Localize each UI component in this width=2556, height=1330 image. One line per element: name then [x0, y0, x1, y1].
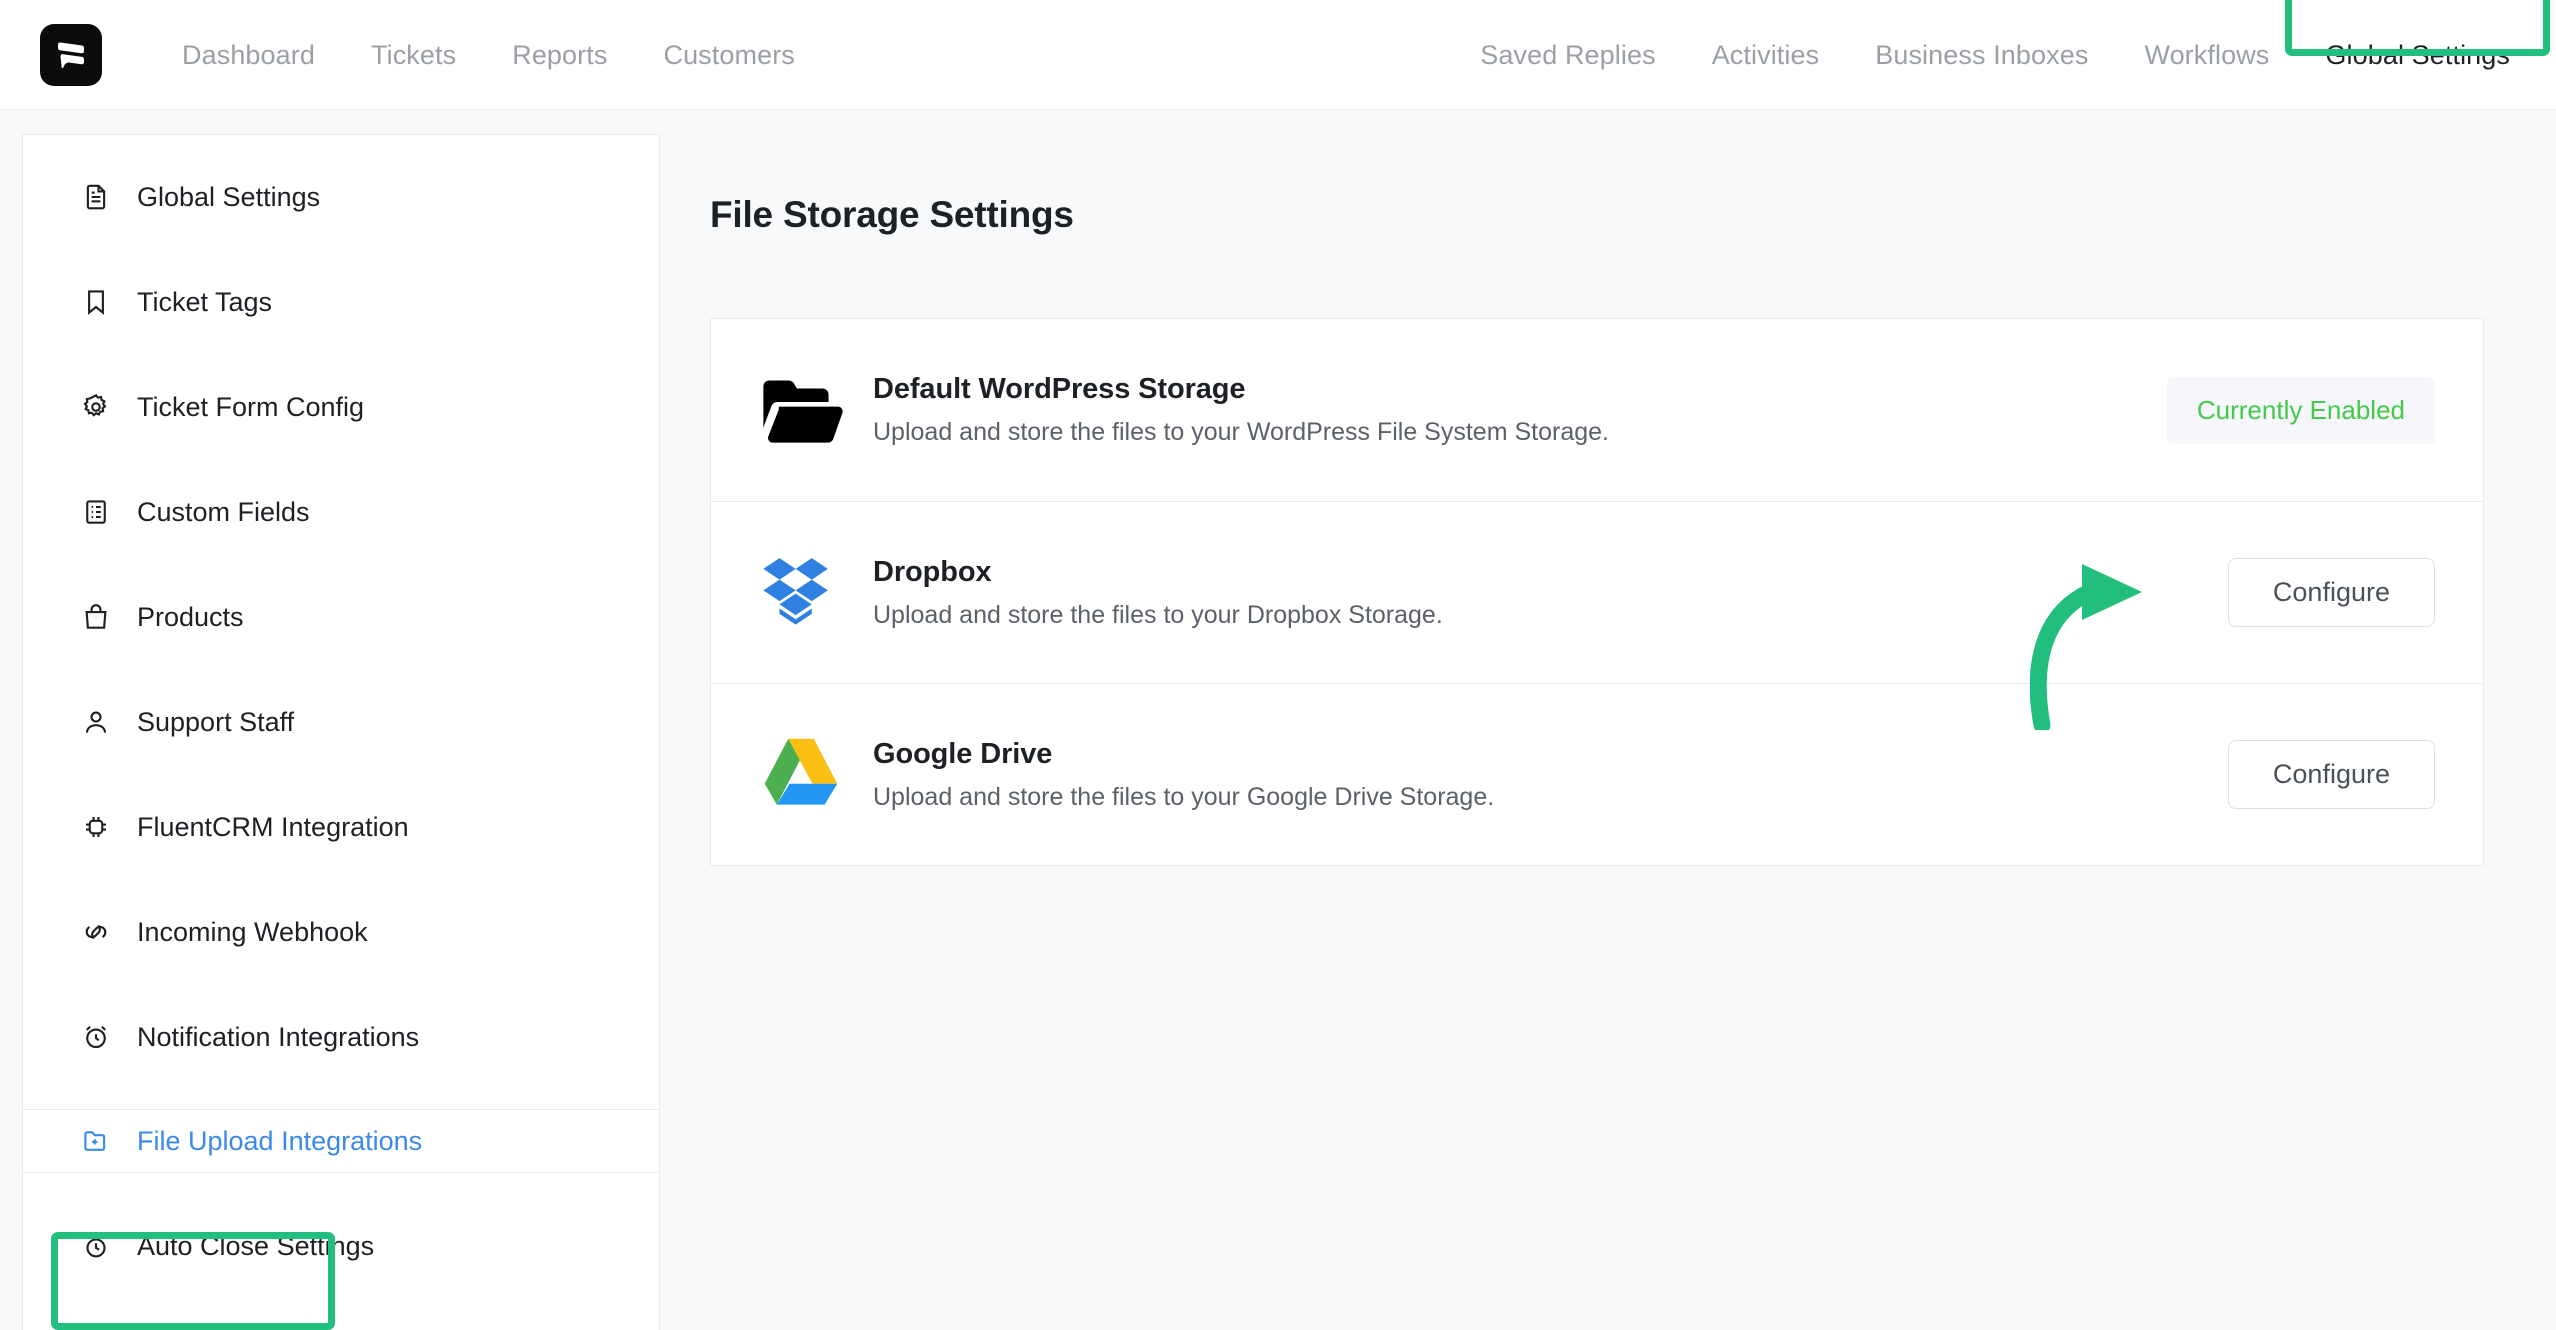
storage-option-title: Dropbox [873, 555, 992, 588]
folder-icon [755, 364, 847, 456]
sidebar-item-file-upload-integrations[interactable]: File Upload Integrations [23, 1109, 659, 1173]
folder-plus-icon [84, 1131, 106, 1151]
nav-item-business-inboxes[interactable]: Business Inboxes [1847, 0, 2116, 110]
bookmark-icon [88, 290, 104, 315]
configure-google-drive-button[interactable]: Configure [2227, 740, 2435, 809]
sidebar-item-notification-integrations[interactable]: Notification Integrations [23, 1005, 659, 1069]
nav-item-activities[interactable]: Activities [1684, 0, 1848, 110]
storage-option-description: Upload and store the files to your Dropb… [873, 600, 1443, 629]
google-drive-logo [755, 729, 847, 821]
chip-icon [86, 817, 106, 837]
status-badge-currently-enabled: Currently Enabled [2166, 376, 2435, 444]
sidebar-item-label: Auto Close Settings [137, 1230, 375, 1261]
nav-item-dashboard[interactable]: Dashboard [154, 0, 343, 110]
nav-item-global-settings[interactable]: Global Settings [2297, 0, 2538, 110]
shopping-bag-icon [85, 604, 107, 629]
dropbox-logo [755, 547, 847, 639]
sidebar-item-support-staff[interactable]: Support Staff [23, 690, 659, 754]
sidebar-item-label: FluentCRM Integration [137, 811, 409, 842]
sidebar-item-label: Custom Fields [137, 496, 310, 527]
storage-option-title: Default WordPress Storage [873, 373, 1246, 405]
nav-item-reports[interactable]: Reports [484, 0, 635, 110]
folder-glyph-icon [763, 380, 843, 443]
storage-option-action: Configure [2227, 740, 2435, 809]
sidebar-item-ticket-tags[interactable]: Ticket Tags [23, 270, 659, 334]
link-icon [85, 924, 107, 940]
sidebar-item-label: Incoming Webhook [137, 916, 368, 947]
storage-option-row: Google Drive Upload and store the files … [711, 683, 2483, 865]
nav-item-workflows[interactable]: Workflows [2116, 0, 2297, 110]
storage-option-title: Google Drive [873, 737, 1053, 770]
sidebar-item-products[interactable]: Products [23, 585, 659, 649]
dropbox-glyph-icon [763, 557, 828, 625]
primary-nav: Dashboard Tickets Reports Customers [154, 0, 823, 110]
sidebar-item-label: File Upload Integrations [137, 1125, 423, 1156]
nav-item-saved-replies[interactable]: Saved Replies [1452, 0, 1683, 110]
storage-option-action: Currently Enabled [2166, 376, 2435, 444]
sidebar-item-custom-fields[interactable]: Custom Fields [23, 480, 659, 544]
sidebar-item-global-settings[interactable]: Global Settings [23, 165, 659, 229]
configure-dropbox-button[interactable]: Configure [2227, 558, 2435, 627]
nav-item-global-settings-wrapper: Global Settings [2285, 0, 2550, 110]
sidebar-item-label: Global Settings [137, 181, 321, 212]
sidebar-item-auto-close-settings[interactable]: Auto Close Settings [23, 1214, 659, 1278]
nav-item-customers[interactable]: Customers [635, 0, 822, 110]
settings-sidebar: Global Settings Ticket Tags Ticket Form … [22, 134, 660, 1330]
sidebar-item-ticket-form-config[interactable]: Ticket Form Config [23, 375, 659, 439]
storage-option-description: Upload and store the files to your WordP… [873, 418, 1609, 446]
list-document-icon [86, 500, 106, 524]
document-icon [86, 184, 106, 210]
google-drive-glyph-icon [764, 738, 838, 805]
storage-option-text: Google Drive Upload and store the files … [873, 738, 2228, 812]
sidebar-item-incoming-webhook[interactable]: Incoming Webhook [23, 900, 659, 964]
storage-option-row: Dropbox Upload and store the files to yo… [711, 501, 2483, 683]
page-title: File Storage Settings [710, 194, 1074, 235]
sidebar-item-label: Notification Integrations [137, 1021, 420, 1052]
storage-option-action: Configure [2227, 558, 2435, 627]
sidebar-item-label: Ticket Tags [137, 286, 273, 317]
storage-option-text: Default WordPress Storage Upload and sto… [873, 373, 2167, 447]
storage-option-description: Upload and store the files to your Googl… [873, 782, 1495, 811]
alarm-clock-icon [86, 1025, 106, 1049]
logo-glyph-icon [58, 41, 84, 68]
top-navigation-bar: Dashboard Tickets Reports Customers Save… [0, 0, 2556, 110]
storage-option-text: Dropbox Upload and store the files to yo… [873, 556, 2228, 630]
secondary-nav: Saved Replies Activities Business Inboxe… [1452, 0, 2550, 110]
app-root: Dashboard Tickets Reports Customers Save… [0, 0, 2556, 1330]
sidebar-item-label: Support Staff [137, 706, 295, 737]
main-content: File Storage Settings Default WordPress … [660, 134, 2556, 1330]
sidebar-item-label: Products [137, 601, 244, 632]
stopwatch-icon [86, 1234, 106, 1258]
sidebar-item-fluentcrm-integration[interactable]: FluentCRM Integration [23, 795, 659, 859]
user-icon [85, 711, 107, 733]
sidebar-item-label: Ticket Form Config [137, 391, 365, 422]
gear-icon [83, 394, 107, 417]
file-storage-settings-card: Default WordPress Storage Upload and sto… [710, 318, 2484, 866]
storage-option-row: Default WordPress Storage Upload and sto… [711, 319, 2483, 501]
fluent-support-logo[interactable] [40, 23, 102, 86]
nav-item-tickets[interactable]: Tickets [343, 0, 484, 110]
